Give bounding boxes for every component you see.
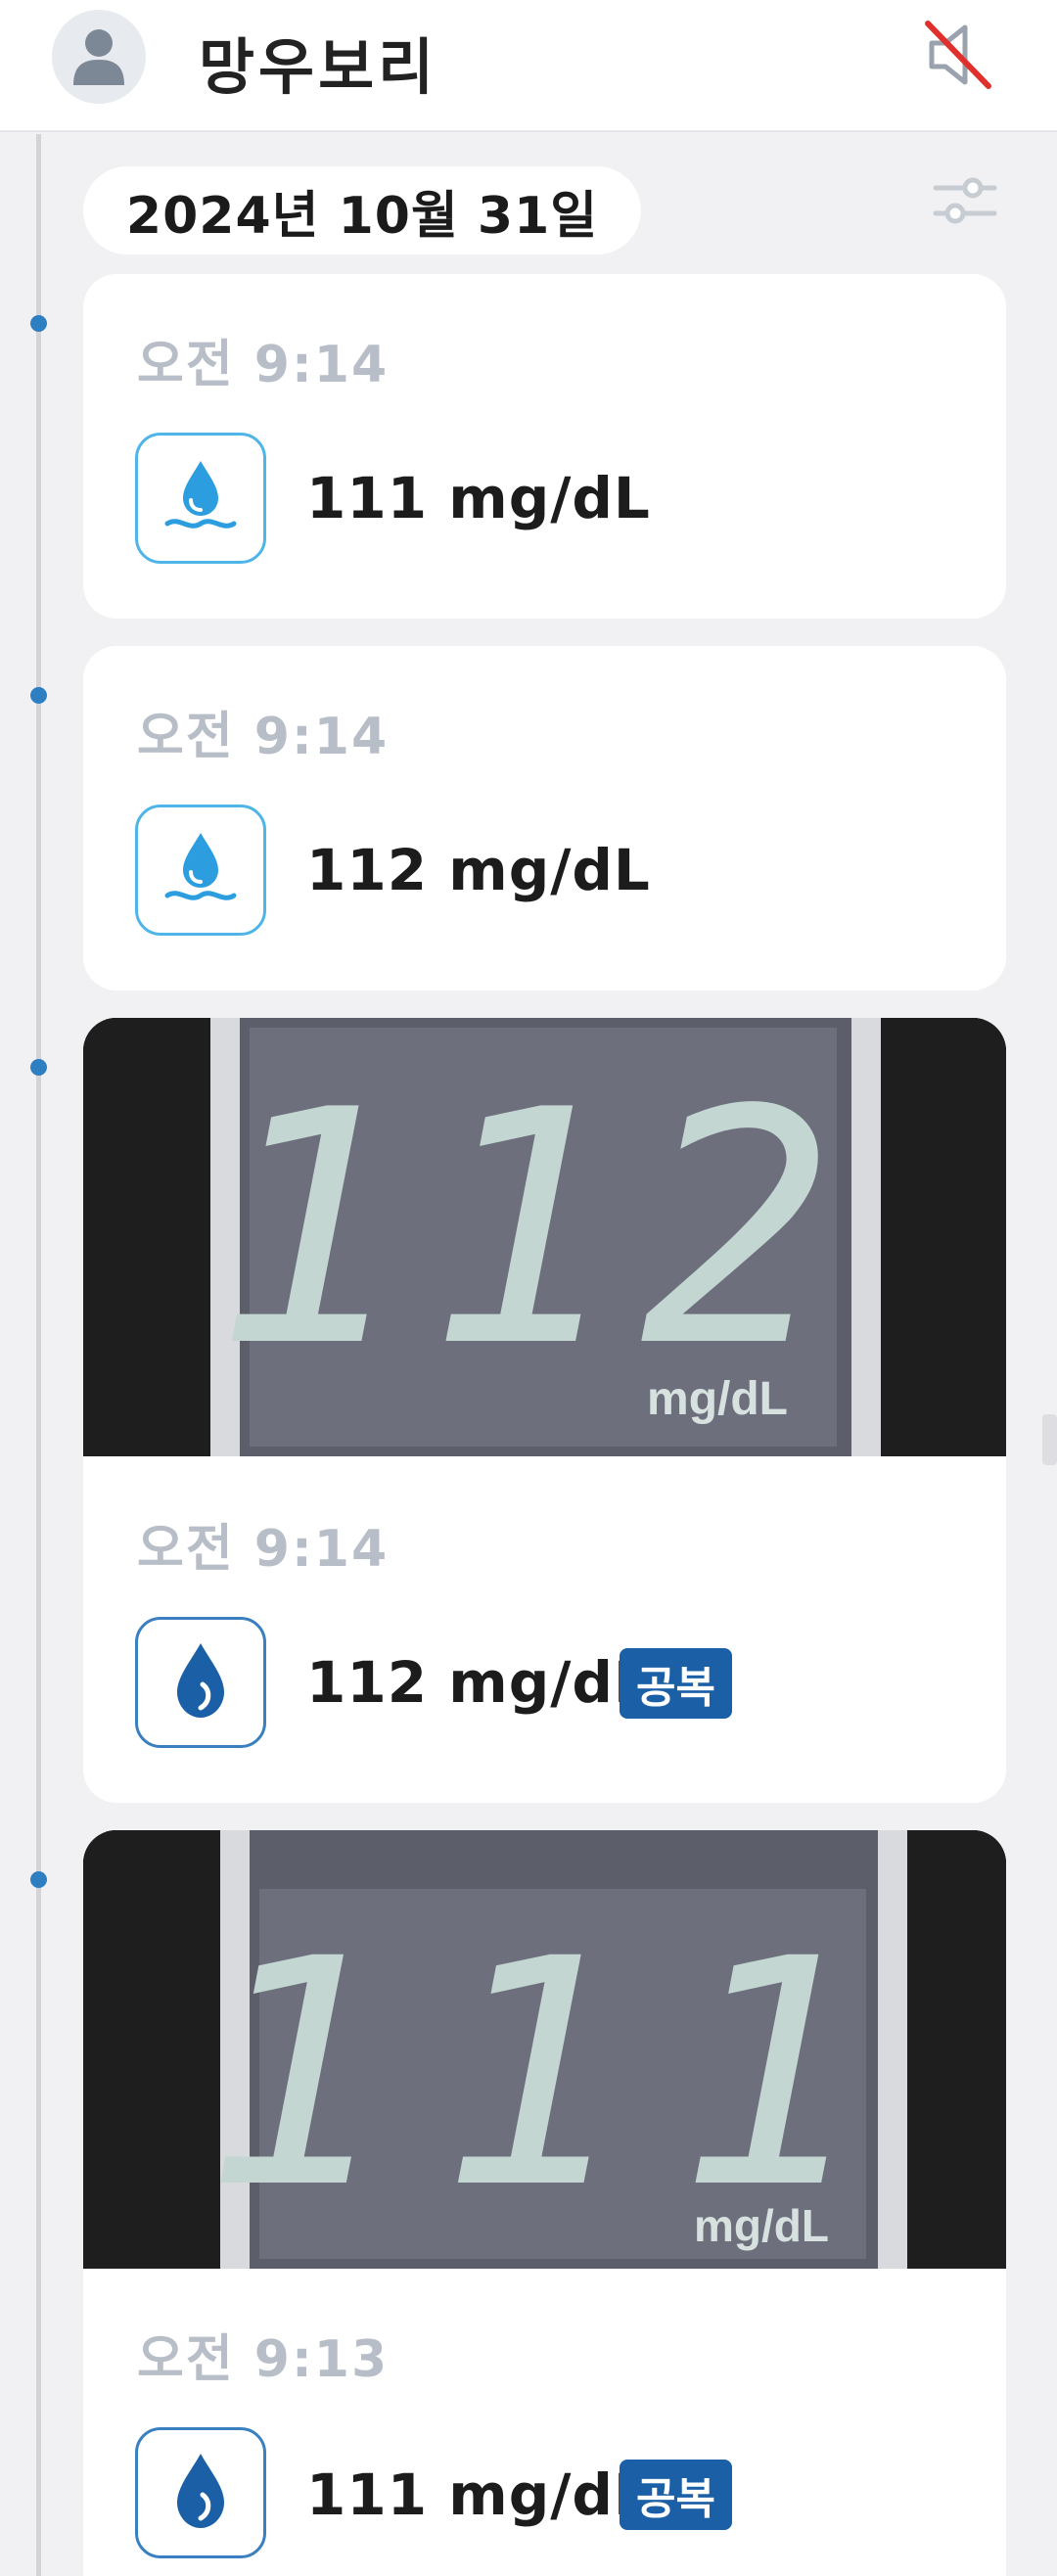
glucose-value: 111 mg/dL [306,465,651,531]
timeline-dot [30,1059,47,1076]
glucose-value: 112 mg/dL [306,1649,651,1716]
glucose-value: 111 mg/dL [306,2461,651,2528]
blood-drop-icon [177,2454,224,2528]
record-time: 오전 9:14 [137,336,390,394]
meter-photo-image: 111 mg/dL [83,1830,1006,2269]
timeline-dot [30,687,47,704]
glucose-value: 112 mg/dL [306,837,651,903]
meter-unit: mg/dL [694,2200,829,2251]
water-drop-wave-icon [164,833,237,900]
meter-photo[interactable]: 112 mg/dL [83,1018,1006,1456]
sound-toggle-button[interactable] [918,16,996,94]
record-type-icon [135,433,266,564]
app-header: 망우보리 [0,0,1057,132]
scrollbar[interactable] [1042,1414,1057,1465]
glucose-record-card[interactable]: 111 mg/dL 오전 9:13 111 mg/dL 공복 [83,1830,1006,2576]
blood-drop-icon [177,1643,224,1718]
meter-photo[interactable]: 111 mg/dL [83,1830,1006,2269]
app-title: 망우보리 [199,31,438,103]
fasting-badge: 공복 [620,1648,732,1719]
record-type-icon [135,805,266,936]
record-type-icon [135,1617,266,1748]
glucose-record-card[interactable]: 오전 9:14 112 mg/dL [83,646,1006,990]
water-drop-wave-icon [164,461,237,529]
person-icon [73,29,124,85]
timeline-line [36,134,41,2576]
glucose-record-card[interactable]: 112 mg/dL 오전 9:14 112 mg/dL 공복 [83,1018,1006,1803]
meter-unit: mg/dL [647,1373,788,1425]
record-type-icon [135,2427,266,2558]
sliders-icon [933,177,997,224]
avatar[interactable] [52,10,146,104]
speaker-muted-icon [925,21,991,89]
timeline-dot [30,315,47,332]
glucose-record-card[interactable]: 오전 9:14 111 mg/dL [83,274,1006,619]
record-time: 오전 9:14 [137,708,390,766]
meter-photo-image: 112 mg/dL [83,1018,1006,1456]
meter-reading: 112 [212,1041,854,1417]
date-header: 2024년 10월 31일 [83,166,641,254]
record-time: 오전 9:13 [137,2330,390,2389]
fasting-badge: 공복 [620,2460,732,2530]
filter-button[interactable] [930,166,1000,237]
timeline-dot [30,1871,47,1888]
record-time: 오전 9:14 [137,1520,390,1579]
